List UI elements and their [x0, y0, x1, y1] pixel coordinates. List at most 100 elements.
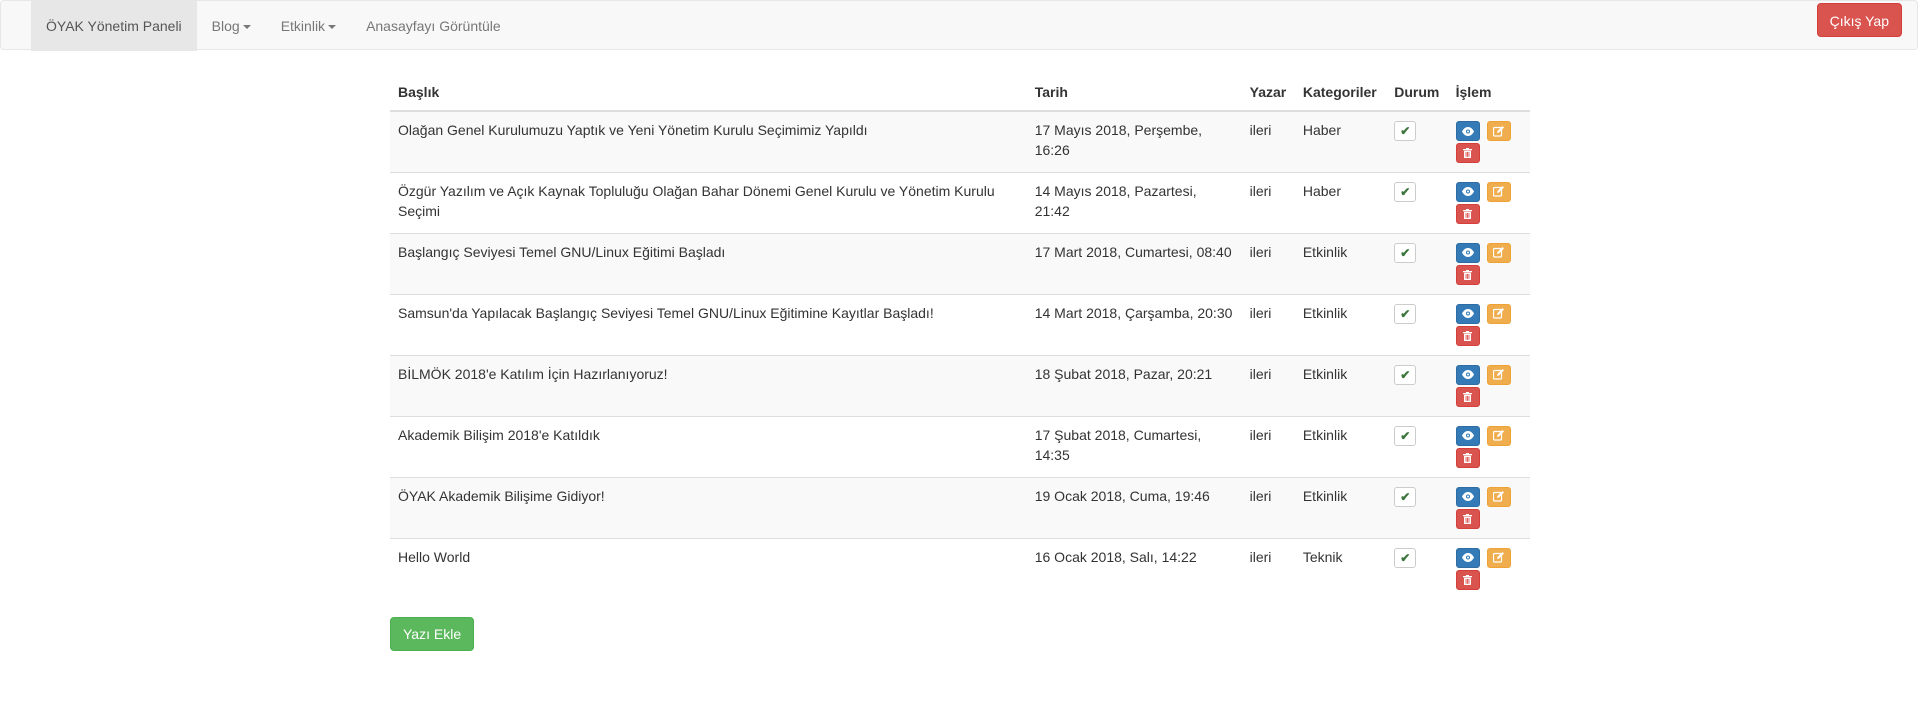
view-post-button[interactable] [1455, 425, 1480, 446]
post-date-cell: 19 Ocak 2018, Cuma, 19:46 [1026, 476, 1242, 538]
delete-post-button[interactable] [1455, 143, 1480, 163]
action-buttons [1455, 303, 1518, 346]
caret-down-icon [328, 25, 337, 30]
header-author: Yazar [1241, 74, 1295, 112]
check-icon[interactable]: ✔ [1394, 303, 1417, 324]
header-date: Tarih [1026, 74, 1242, 112]
nav-homepage-label: Anasayfayı Görüntüle [366, 18, 501, 34]
post-title-cell: Başlangıç Seviyesi Temel GNU/Linux Eğiti… [390, 232, 1027, 294]
post-date-cell: 17 Şubat 2018, Cumartesi, 14:35 [1026, 415, 1242, 477]
view-post-button[interactable] [1455, 121, 1480, 141]
post-category-cell: Etkinlik [1294, 354, 1387, 416]
edit-icon [1493, 491, 1505, 502]
view-post-button[interactable] [1455, 364, 1480, 385]
view-post-button[interactable] [1455, 486, 1480, 507]
post-category-cell: Haber [1294, 171, 1387, 233]
post-status-cell: ✔ [1386, 111, 1448, 172]
nav-blog-dropdown[interactable]: Blog [197, 1, 266, 51]
nav-view-homepage[interactable]: Anasayfayı Görüntüle [351, 1, 516, 51]
delete-post-button[interactable] [1455, 569, 1480, 590]
action-buttons [1455, 364, 1518, 407]
edit-icon [1493, 247, 1505, 258]
edit-post-button[interactable] [1486, 486, 1511, 507]
edit-icon [1493, 186, 1505, 197]
delete-post-button[interactable] [1455, 203, 1480, 224]
nav-brand-label: ÖYAK Yönetim Paneli [46, 18, 182, 34]
trash-icon [1463, 452, 1473, 463]
post-author-cell: ileri [1241, 111, 1295, 172]
post-author-cell: ileri [1241, 476, 1295, 538]
view-post-button[interactable] [1455, 181, 1480, 202]
view-post-button[interactable] [1455, 547, 1480, 568]
logout-button[interactable]: Çıkış Yap [1816, 3, 1902, 37]
trash-icon [1463, 269, 1473, 280]
post-actions-cell [1447, 171, 1530, 233]
check-icon[interactable]: ✔ [1394, 486, 1417, 507]
delete-post-button[interactable] [1455, 325, 1480, 346]
check-icon[interactable]: ✔ [1394, 425, 1417, 446]
delete-post-button[interactable] [1455, 508, 1480, 529]
trash-icon [1463, 574, 1473, 585]
table-body: Olağan Genel Kurulumuzu Yaptık ve Yeni Y… [390, 111, 1530, 599]
post-author-cell: ileri [1241, 537, 1295, 599]
post-author-cell: ileri [1241, 293, 1295, 355]
edit-post-button[interactable] [1486, 181, 1511, 202]
trash-icon [1463, 391, 1473, 402]
post-title-cell: Samsun'da Yapılacak Başlangıç Seviyesi T… [390, 293, 1027, 355]
post-date-cell: 17 Mart 2018, Cumartesi, 08:40 [1026, 232, 1242, 294]
check-icon[interactable]: ✔ [1394, 364, 1417, 385]
eye-icon [1461, 309, 1474, 318]
eye-icon [1461, 248, 1474, 257]
header-status: Durum [1386, 74, 1448, 112]
delete-post-button[interactable] [1455, 386, 1480, 407]
post-status-cell: ✔ [1386, 293, 1448, 355]
edit-post-button[interactable] [1486, 303, 1511, 324]
action-buttons [1455, 121, 1518, 163]
view-post-button[interactable] [1455, 303, 1480, 324]
nav-etkinlik-dropdown[interactable]: Etkinlik [266, 1, 351, 51]
eye-icon [1461, 431, 1474, 440]
edit-post-button[interactable] [1486, 242, 1511, 263]
edit-icon [1493, 430, 1505, 441]
post-category-cell: Teknik [1294, 537, 1387, 599]
header-title: Başlık [390, 74, 1027, 112]
delete-post-button[interactable] [1455, 447, 1480, 468]
edit-icon [1493, 369, 1505, 380]
nav-menu: ÖYAK Yönetim Paneli Blog Etkinlik Anasay… [31, 1, 516, 51]
top-navbar: ÖYAK Yönetim Paneli Blog Etkinlik Anasay… [0, 0, 1918, 51]
edit-post-button[interactable] [1486, 364, 1511, 385]
add-post-button[interactable]: Yazı Ekle [390, 617, 475, 651]
action-buttons [1455, 547, 1518, 590]
table-row: Başlangıç Seviyesi Temel GNU/Linux Eğiti… [390, 232, 1530, 294]
check-icon[interactable]: ✔ [1394, 547, 1417, 568]
eye-icon [1461, 126, 1474, 136]
edit-post-button[interactable] [1486, 547, 1511, 568]
table-row: BİLMÖK 2018'e Katılım İçin Hazırlanıyoru… [390, 354, 1530, 416]
table-row: ÖYAK Akademik Bilişime Gidiyor! 19 Ocak 2… [390, 476, 1530, 538]
caret-down-icon [242, 25, 251, 30]
edit-post-button[interactable] [1486, 121, 1511, 141]
check-icon[interactable]: ✔ [1394, 181, 1417, 202]
post-category-cell: Etkinlik [1294, 415, 1387, 477]
table-row: Hello World 16 Ocak 2018, Salı, 14:22 iler… [390, 537, 1530, 599]
action-buttons [1455, 425, 1518, 468]
edit-post-button[interactable] [1486, 425, 1511, 446]
post-actions-cell [1447, 415, 1530, 477]
post-date-cell: 16 Ocak 2018, Salı, 14:22 [1026, 537, 1242, 599]
post-actions-cell [1447, 293, 1530, 355]
post-category-cell: Etkinlik [1294, 232, 1387, 294]
delete-post-button[interactable] [1455, 264, 1480, 285]
view-post-button[interactable] [1455, 242, 1480, 263]
post-author-cell: ileri [1241, 171, 1295, 233]
post-actions-cell [1447, 537, 1530, 599]
nav-brand-panel[interactable]: ÖYAK Yönetim Paneli [31, 1, 197, 51]
posts-table-container: Başlık Tarih Yazar Kategoriler Durum İşl… [390, 74, 1530, 599]
post-title-cell: Hello World [390, 537, 1027, 599]
post-actions-cell [1447, 232, 1530, 294]
trash-icon [1463, 148, 1473, 158]
action-buttons [1455, 486, 1518, 529]
check-icon[interactable]: ✔ [1394, 242, 1417, 263]
post-status-cell: ✔ [1386, 415, 1448, 477]
post-status-cell: ✔ [1386, 537, 1448, 599]
check-icon[interactable]: ✔ [1394, 121, 1417, 141]
